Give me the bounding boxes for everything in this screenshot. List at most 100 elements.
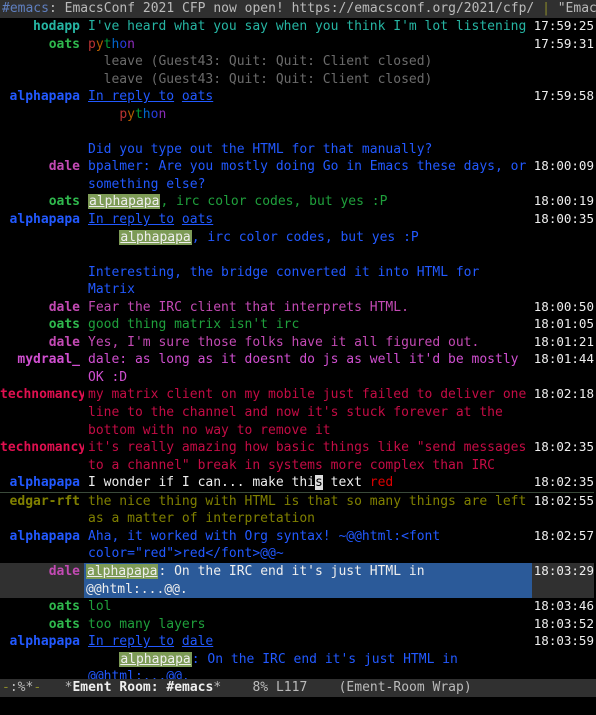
- mode-modes: (Ement-Room Wrap): [339, 680, 472, 695]
- chat-row: leave (Guest43: Quit: Quit: Client close…: [0, 53, 594, 71]
- chat-row: [0, 246, 594, 264]
- message-body: python: [84, 106, 532, 124]
- message-body: leave (Guest43: Quit: Quit: Client close…: [84, 71, 532, 89]
- mode-dash-r: -: [33, 680, 41, 695]
- chat-log[interactable]: hodapp I've heard what you say when you …: [0, 18, 596, 679]
- chat-row: edgar-rft the nice thing with HTML is th…: [0, 493, 594, 528]
- nick: alphapapa: [0, 211, 84, 229]
- header-channel: #emacs: [2, 1, 49, 16]
- chat-row: hodapp I've heard what you say when you …: [0, 18, 594, 36]
- nick: oats: [0, 316, 84, 334]
- timestamp: 18:01:21: [532, 334, 594, 351]
- chat-row: [0, 123, 594, 141]
- message-body: alphapapa: On the IRC end it's just HTML…: [84, 563, 532, 598]
- message-body: I've heard what you say when you think I…: [84, 18, 532, 36]
- timestamp: 18:02:57: [532, 528, 594, 545]
- message-body: In reply to oats: [84, 88, 532, 106]
- timestamp: 18:02:35: [532, 474, 594, 491]
- mode-line: -:%*- *Ement Room: #emacs* 8% L117 (Emen…: [0, 679, 596, 697]
- message-body: good thing matrix isn't irc: [84, 316, 532, 334]
- header-sep-1: |: [542, 1, 550, 16]
- chat-row: oats good thing matrix isn't irc 18:01:0…: [0, 316, 594, 334]
- nick: oats: [0, 36, 84, 54]
- timestamp: 18:03:46: [532, 598, 594, 615]
- nick: edgar-rft: [0, 493, 84, 511]
- chat-row: technomancy it's really amazing how basi…: [0, 439, 594, 474]
- message-body: alphapapa, irc color codes, but yes :P: [84, 229, 532, 247]
- mode-line-no: L117: [276, 680, 307, 695]
- message-body: Did you type out the HTML for that manua…: [84, 141, 532, 159]
- nick: alphapapa: [0, 88, 84, 106]
- timestamp: 18:03:29: [532, 563, 594, 580]
- header-topic-1: EmacsConf 2021 CFP now open! https://ema…: [65, 1, 535, 16]
- chat-row: technomancy my matrix client on my mobil…: [0, 386, 594, 439]
- chat-row: dale alphapapa: On the IRC end it's just…: [0, 563, 594, 598]
- nick: oats: [0, 598, 84, 616]
- chat-row: alphapapa I wonder if I can... make this…: [0, 474, 594, 493]
- chat-row: alphapapa, irc color codes, but yes :P: [0, 229, 594, 247]
- chat-row: oats lol 18:03:46: [0, 598, 594, 616]
- nick: alphapapa: [0, 474, 84, 492]
- timestamp: 18:00:09: [532, 158, 594, 175]
- chat-row: alphapapa In reply to oats 17:59:58: [0, 88, 594, 106]
- mode-pos: 8%: [252, 680, 268, 695]
- nick: oats: [0, 616, 84, 634]
- chat-row: leave (Guest43: Quit: Quit: Client close…: [0, 71, 594, 89]
- message-body: In reply to dale: [84, 633, 532, 651]
- message-body: Interesting, the bridge converted it int…: [84, 264, 532, 299]
- chat-row: alphapapa Aha, it worked with Org syntax…: [0, 528, 594, 563]
- chat-row: oats too many layers 18:03:52: [0, 616, 594, 634]
- chat-row: dale Fear the IRC client that interprets…: [0, 299, 594, 317]
- nick: hodapp: [0, 18, 84, 36]
- message-body: Fear the IRC client that interprets HTML…: [84, 299, 532, 317]
- emacs-window: #emacs: EmacsConf 2021 CFP now open! htt…: [0, 0, 596, 715]
- message-body: the nice thing with HTML is that so many…: [84, 493, 532, 528]
- mode-flags: :%*: [10, 680, 33, 695]
- nick: alphapapa: [0, 633, 84, 651]
- message-body: Aha, it worked with Org syntax! ~@@html:…: [84, 528, 532, 563]
- timestamp: 18:02:18: [532, 386, 594, 403]
- timestamp: 18:02:35: [532, 439, 594, 456]
- timestamp: 18:01:05: [532, 316, 594, 333]
- header-line: #emacs: EmacsConf 2021 CFP now open! htt…: [0, 0, 596, 18]
- nick: dale: [0, 299, 84, 317]
- header-colon: :: [49, 1, 57, 16]
- timestamp: 18:00:35: [532, 211, 594, 228]
- timestamp: 18:03:52: [532, 616, 594, 633]
- timestamp: 18:02:55: [532, 493, 594, 510]
- chat-row: alphapapa In reply to oats 18:00:35: [0, 211, 594, 229]
- mode-room: Ement Room: #emacs: [72, 680, 213, 695]
- message-body: my matrix client on my mobile just faile…: [84, 386, 532, 439]
- nick: technomancy: [0, 439, 84, 457]
- message-body: it's really amazing how basic things lik…: [84, 439, 532, 474]
- header-topic-2: "Emacs is a co: [558, 1, 596, 16]
- echo-area[interactable]: [0, 697, 596, 715]
- chat-row: alphapapa: On the IRC end it's just HTML…: [0, 651, 594, 679]
- chat-row: Did you type out the HTML for that manua…: [0, 141, 594, 159]
- timestamp: 18:03:59: [532, 633, 594, 650]
- nick: mydraal_: [0, 351, 84, 369]
- nick: alphapapa: [0, 528, 84, 546]
- message-body: bpalmer: Are you mostly doing Go in Emac…: [84, 158, 532, 193]
- chat-row: oats alphapapa, irc color codes, but yes…: [0, 193, 594, 211]
- timestamp: 17:59:25: [532, 18, 594, 35]
- message-body: python: [84, 36, 532, 54]
- message-body: I wonder if I can... make this text red: [84, 474, 532, 492]
- nick: oats: [0, 193, 84, 211]
- chat-row: dale bpalmer: Are you mostly doing Go in…: [0, 158, 594, 193]
- chat-row: alphapapa In reply to dale 18:03:59: [0, 633, 594, 651]
- message-body: lol: [84, 598, 532, 616]
- message-body: Yes, I'm sure those folks have it all fi…: [84, 334, 532, 352]
- message-body: too many layers: [84, 616, 532, 634]
- chat-row: mydraal_ dale: as long as it doesnt do j…: [0, 351, 594, 386]
- message-body: leave (Guest43: Quit: Quit: Client close…: [84, 53, 532, 71]
- nick: dale: [0, 563, 84, 581]
- nick: dale: [0, 158, 84, 176]
- chat-row: dale Yes, I'm sure those folks have it a…: [0, 334, 594, 352]
- mode-star-r: *: [213, 680, 221, 695]
- timestamp: 18:01:44: [532, 351, 594, 368]
- message-body: alphapapa, irc color codes, but yes :P: [84, 193, 532, 211]
- message-body: dale: as long as it doesnt do js as well…: [84, 351, 532, 386]
- mode-dash-l: -: [2, 680, 10, 695]
- timestamp: 18:00:19: [532, 193, 594, 210]
